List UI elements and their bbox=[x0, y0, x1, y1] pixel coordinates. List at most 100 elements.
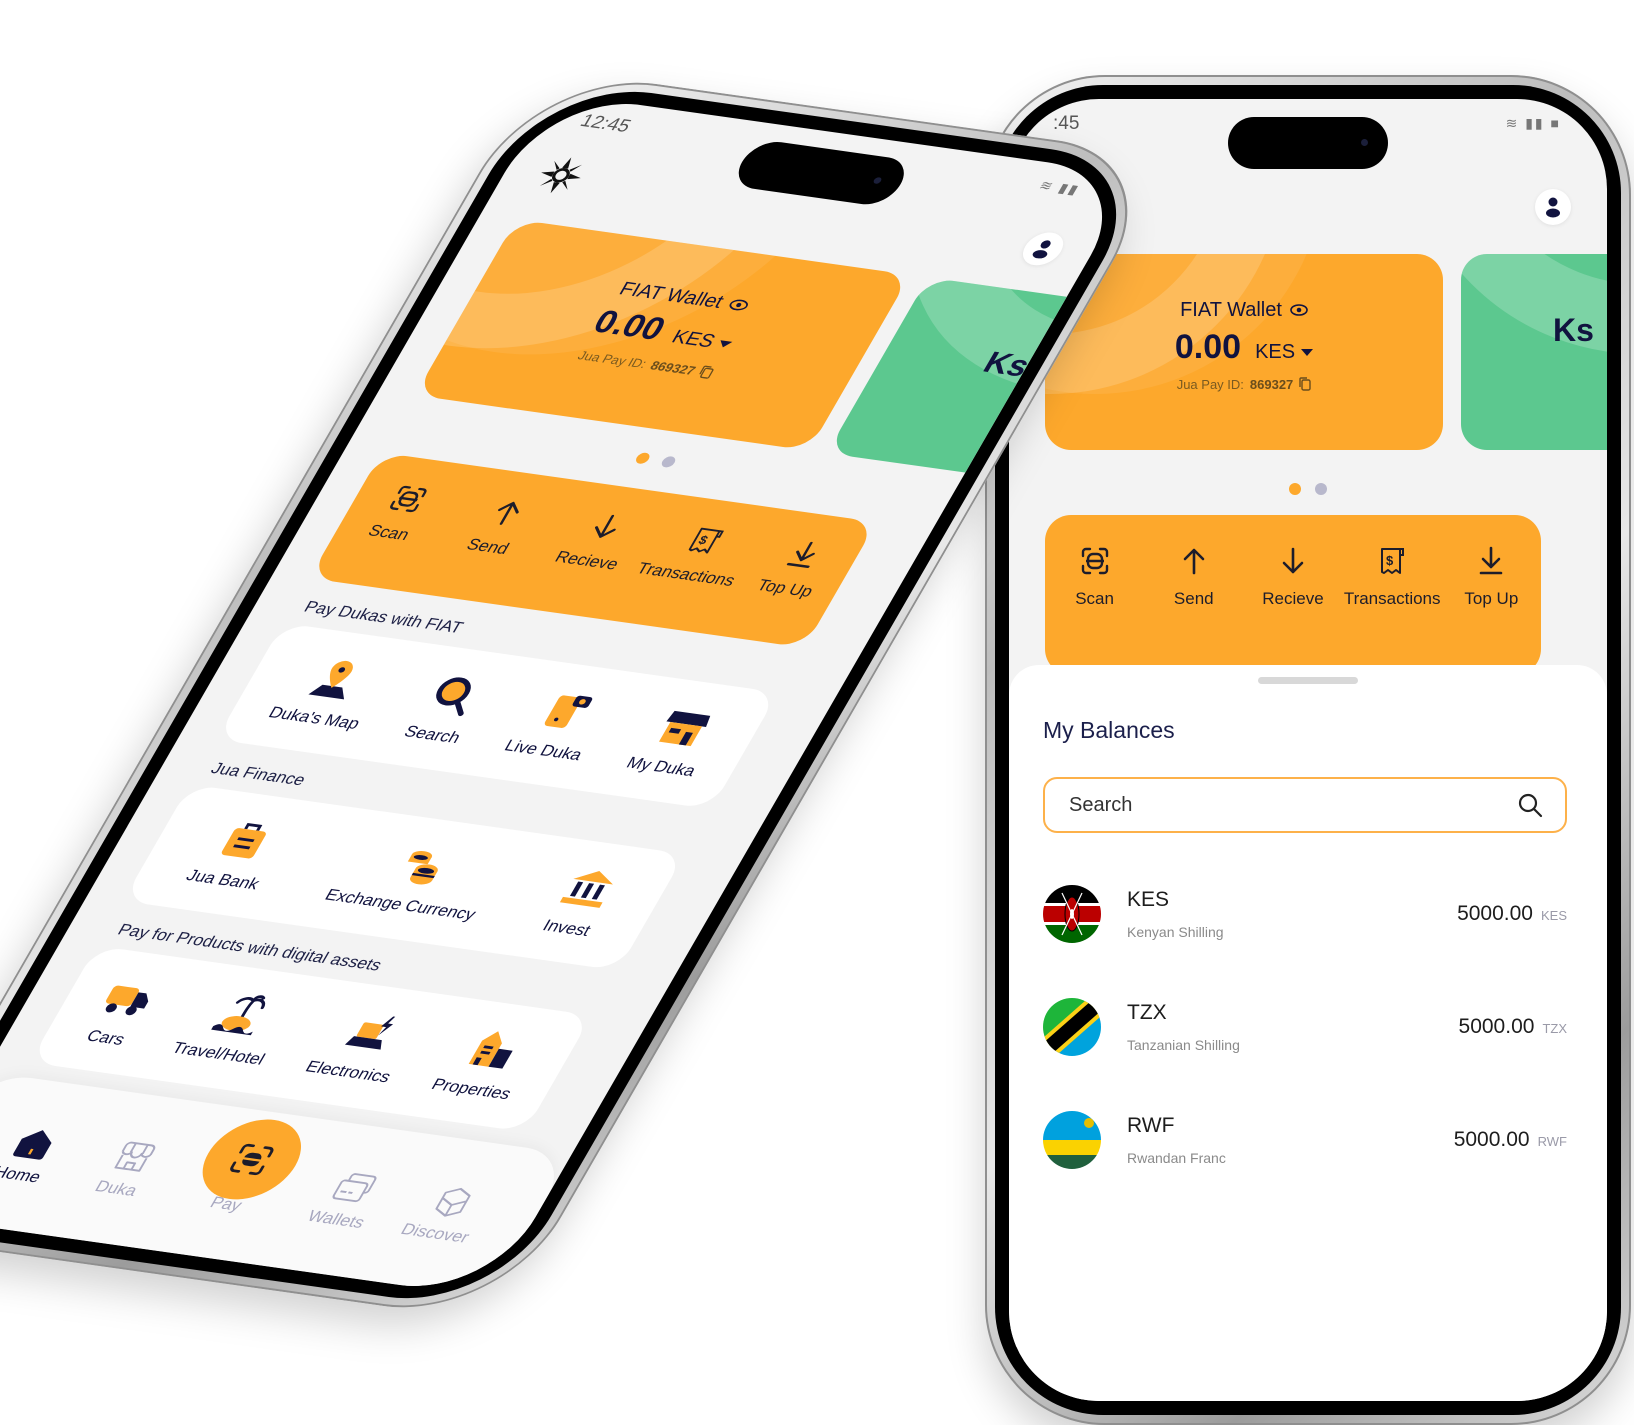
download-icon bbox=[786, 541, 815, 568]
arrow-up-icon bbox=[498, 501, 519, 525]
status-time: :45 bbox=[1053, 113, 1080, 134]
sheet-drag-handle[interactable] bbox=[1258, 677, 1358, 684]
caret-down-icon bbox=[717, 339, 733, 348]
balances-search-field[interactable] bbox=[1043, 777, 1567, 833]
exchange-currency-tile[interactable]: Exchange Currency bbox=[321, 834, 509, 925]
electronics-icon bbox=[344, 1016, 396, 1050]
caret-down-icon bbox=[1301, 348, 1314, 356]
balances-search-input[interactable] bbox=[1067, 792, 1517, 818]
scan-action[interactable]: Scan bbox=[1047, 545, 1143, 609]
fiat-wallet-card[interactable]: FIAT Wallet 0.00 KES Jua Pay ID: 869327 bbox=[414, 219, 911, 451]
home-screen: 12:45 ≋ ▮▮ FIAT Wallet 0.00 KES Jua Pay … bbox=[0, 92, 1138, 1298]
sheet-title: My Balances bbox=[1043, 717, 1175, 743]
carousel-dot-1[interactable] bbox=[633, 452, 652, 465]
search-icon bbox=[436, 677, 472, 717]
wifi-icon: ≋ bbox=[1505, 115, 1520, 131]
live-duka-tile[interactable]: Live Duka bbox=[501, 684, 616, 764]
rwanda-flag-icon bbox=[1043, 1111, 1101, 1169]
arrow-down-icon bbox=[1282, 547, 1304, 574]
balance-row-rwf[interactable]: RWF Rwandan Franc 5000.00 RWF bbox=[1043, 1105, 1567, 1175]
store-icon bbox=[658, 710, 710, 747]
sun-logo-icon bbox=[539, 157, 583, 194]
eye-icon[interactable] bbox=[1290, 304, 1308, 316]
send-action[interactable]: Send bbox=[1146, 545, 1242, 609]
properties-tile[interactable]: Properties bbox=[428, 1023, 545, 1104]
fiat-wallet-card[interactable]: FIAT Wallet 0.00 KES Jua Pay ID: 869327 bbox=[1045, 254, 1443, 450]
balances-screen: :45 ≋ ▮▮ ■ FIAT Wallet 0.00 KES Jua Pay … bbox=[1009, 99, 1607, 1401]
nav-discover[interactable]: Discover bbox=[385, 1179, 507, 1249]
search-tile[interactable]: Search bbox=[400, 670, 494, 747]
download-icon bbox=[1480, 546, 1503, 575]
balance-amount: 5000.00 bbox=[1458, 1015, 1535, 1038]
receive-action[interactable]: Recieve bbox=[1245, 545, 1341, 609]
balance-unit: TZX bbox=[1542, 1021, 1567, 1036]
dukas-map-tile[interactable]: Duka's Map bbox=[265, 651, 394, 733]
wallet-balance: 0.00 bbox=[1174, 327, 1242, 366]
jua-bank-tile[interactable]: Jua Bank bbox=[182, 814, 293, 894]
profile-avatar-button[interactable] bbox=[1535, 189, 1571, 225]
pay-id-value: 869327 bbox=[647, 357, 699, 378]
search-icon[interactable] bbox=[1517, 792, 1543, 818]
copy-icon[interactable] bbox=[697, 365, 716, 379]
status-icons: ≋ ▮▮ ■ bbox=[1506, 115, 1561, 132]
pay-scan-button[interactable] bbox=[185, 1113, 319, 1206]
copy-icon[interactable] bbox=[1299, 377, 1311, 391]
eye-icon[interactable] bbox=[727, 298, 751, 311]
phone-camera-icon bbox=[544, 695, 593, 728]
coins-icon bbox=[408, 851, 439, 885]
currency-code: KES bbox=[1127, 888, 1170, 911]
user-icon bbox=[1546, 197, 1560, 218]
my-duka-tile[interactable]: My Duka bbox=[623, 702, 730, 781]
wifi-icon: ≋ bbox=[1036, 177, 1059, 194]
carousel-dot-2[interactable] bbox=[659, 455, 678, 469]
receipt-dollar-icon: $ bbox=[1381, 548, 1405, 574]
user-icon bbox=[1032, 240, 1051, 259]
carousel-dot-1[interactable] bbox=[1289, 483, 1301, 495]
island-icon bbox=[210, 995, 265, 1036]
wallet-cards-icon bbox=[332, 1173, 377, 1203]
nav-duka[interactable]: Duka bbox=[66, 1134, 188, 1204]
tanzania-flag-icon bbox=[1043, 998, 1101, 1056]
balance-unit: RWF bbox=[1537, 1134, 1567, 1149]
bank-bag-icon bbox=[221, 822, 266, 859]
building-icon bbox=[468, 1031, 513, 1069]
battery-icon: ■ bbox=[1550, 115, 1561, 131]
my-balances-sheet: My Balances KES Kenyan Shilling 5000.00 … bbox=[1009, 665, 1607, 1401]
scan-icon bbox=[230, 1143, 274, 1176]
quick-actions-bar: Scan Send Recieve $ Transactions Top Up bbox=[1045, 515, 1541, 675]
signal-icon: ▮▮ bbox=[1055, 180, 1084, 198]
receipt-dollar-icon: $ bbox=[688, 527, 725, 554]
crypto-wallet-card[interactable]: Ks bbox=[1461, 254, 1607, 450]
currency-selector[interactable]: KES bbox=[1255, 341, 1314, 364]
dynamic-island bbox=[728, 138, 914, 208]
dynamic-island bbox=[1228, 117, 1388, 169]
travel-hotel-tile[interactable]: Travel/Hotel bbox=[168, 987, 299, 1070]
nav-pay[interactable]: Pay bbox=[176, 1113, 319, 1219]
status-time: 12:45 bbox=[576, 111, 635, 137]
section-title-jua-finance: Jua Finance bbox=[207, 759, 310, 790]
status-icons: ≋ ▮▮ bbox=[1036, 177, 1083, 198]
nav-wallets[interactable]: Wallets bbox=[286, 1165, 408, 1235]
signal-icon: ▮▮ bbox=[1525, 115, 1545, 131]
profile-avatar-button[interactable] bbox=[1015, 230, 1071, 268]
pay-id-value: 869327 bbox=[1249, 376, 1294, 392]
balance-row-kes[interactable]: KES Kenyan Shilling 5000.00 KES bbox=[1043, 879, 1567, 949]
balance-amount: 5000.00 bbox=[1453, 1128, 1530, 1151]
transactions-action[interactable]: $ Transactions bbox=[1344, 545, 1441, 609]
currency-code: TZX bbox=[1127, 1001, 1167, 1024]
balance-row-tzx[interactable]: TZX Tanzanian Shilling 5000.00 TZX bbox=[1043, 992, 1567, 1062]
electronics-tile[interactable]: Electronics bbox=[302, 1005, 425, 1087]
invest-tile[interactable]: Invest bbox=[538, 864, 626, 941]
cars-tile[interactable]: Cars bbox=[77, 974, 165, 1051]
store-outline-icon bbox=[114, 1141, 156, 1172]
crypto-wallet-partial-label: Ks bbox=[1553, 312, 1594, 348]
arrow-down-icon bbox=[594, 514, 616, 538]
map-pin-icon bbox=[308, 660, 354, 700]
wallet-carousel[interactable]: FIAT Wallet 0.00 KES Jua Pay ID: 869327 … bbox=[1045, 254, 1607, 450]
svg-text:$: $ bbox=[1386, 553, 1394, 568]
carousel-dot-2[interactable] bbox=[1315, 483, 1327, 495]
currency-selector[interactable]: KES bbox=[668, 326, 737, 355]
scan-icon bbox=[390, 485, 427, 513]
top-up-action[interactable]: Top Up bbox=[1443, 545, 1539, 609]
balance-unit: KES bbox=[1540, 908, 1567, 923]
